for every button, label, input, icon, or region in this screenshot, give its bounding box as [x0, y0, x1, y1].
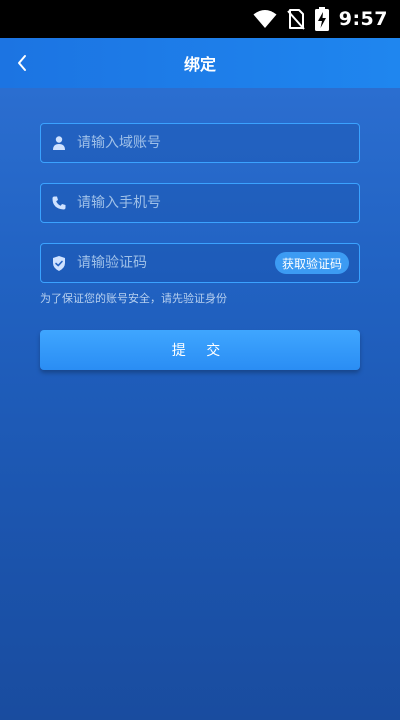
back-button[interactable]: [4, 38, 40, 88]
phone-icon: [41, 184, 77, 222]
bind-form: 获取验证码 为了保证您的账号安全，请先验证身份 提 交: [0, 88, 400, 720]
shield-check-icon: [41, 244, 77, 282]
app-header: 绑定: [0, 38, 400, 88]
chevron-left-icon: [18, 55, 26, 71]
account-input[interactable]: [77, 124, 359, 162]
account-field[interactable]: [40, 123, 360, 163]
security-hint: 为了保证您的账号安全，请先验证身份: [40, 292, 227, 305]
wifi-icon: [253, 10, 277, 28]
status-time: 9:57: [338, 8, 388, 30]
phone-field[interactable]: [40, 183, 360, 223]
phone-input[interactable]: [77, 184, 359, 222]
code-field[interactable]: 获取验证码: [40, 243, 360, 283]
battery-charging-icon: [314, 7, 329, 31]
submit-button[interactable]: 提 交: [40, 330, 360, 370]
no-sim-icon: [286, 9, 305, 30]
status-bar: 9:57: [0, 0, 400, 38]
code-input[interactable]: [77, 244, 275, 282]
user-icon: [41, 124, 77, 162]
get-code-button[interactable]: 获取验证码: [274, 252, 349, 274]
page-title: 绑定: [183, 55, 216, 74]
